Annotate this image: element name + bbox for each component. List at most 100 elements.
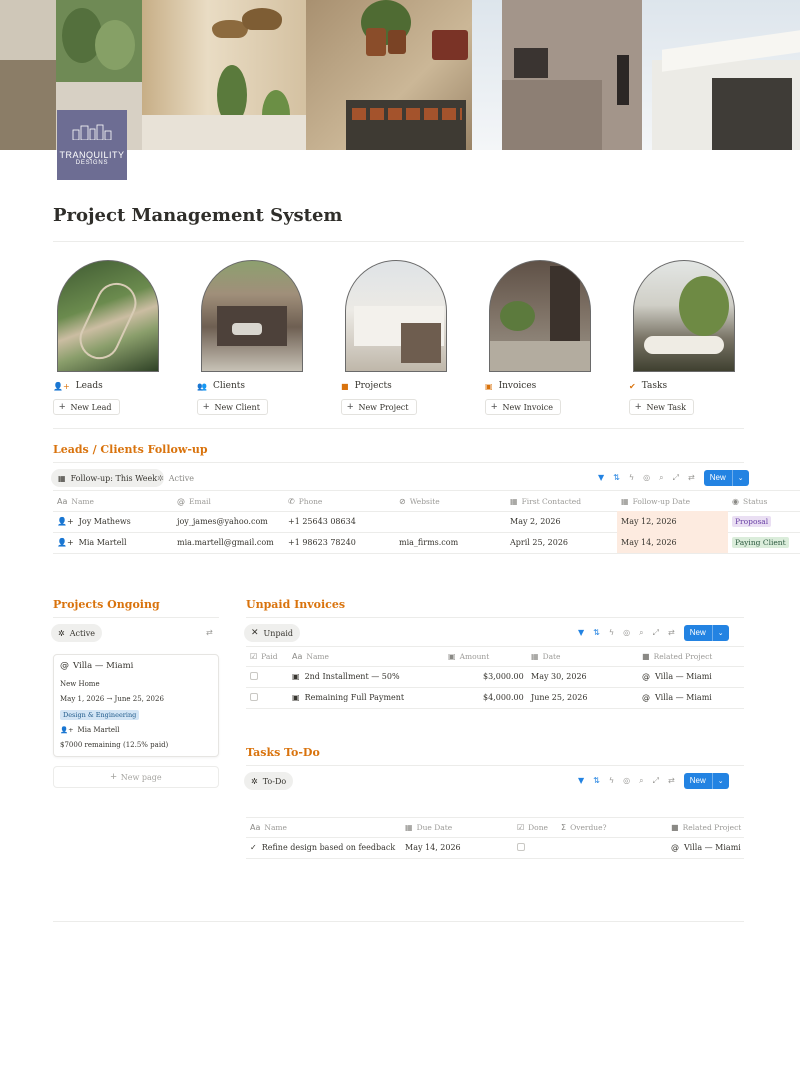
table-row[interactable]: ▣ Remaining Full Payment — [292, 693, 404, 702]
amount-cell[interactable]: $3,000.00 — [483, 672, 524, 681]
sort-icon[interactable]: ⇅ — [613, 470, 620, 486]
table-row[interactable]: ▣ 2nd Installment — 50% — [292, 672, 400, 681]
new-task-button[interactable]: + New Task — [629, 399, 694, 415]
project-link[interactable]: Villa — Miami — [655, 693, 712, 702]
column-header-website[interactable]: ⊘ Website — [399, 497, 440, 506]
new-project-button[interactable]: + New Project — [341, 399, 417, 415]
table-header-divider — [246, 646, 744, 647]
money-icon: ▣ — [292, 672, 300, 681]
phone-cell[interactable]: +1 25643 08634 — [288, 517, 356, 526]
new-button[interactable]: New ⌄ — [683, 625, 729, 641]
due-date-cell[interactable]: May 14, 2026 — [405, 843, 461, 852]
gallery-title-projects[interactable]: ■ Projects — [341, 381, 392, 391]
followup-date-cell[interactable]: May 12, 2026 — [621, 517, 677, 526]
expand-icon[interactable]: ⤢ — [653, 773, 659, 789]
related-project-cell[interactable]: @ Villa — Miami — [671, 843, 741, 852]
column-header-status[interactable]: ◉ Status — [732, 497, 767, 506]
table-row[interactable]: 👤+ Mia Martell — [57, 538, 127, 547]
filter-icon[interactable]: ▼ — [578, 773, 584, 789]
phone-cell[interactable]: +1 98623 78240 — [288, 538, 356, 547]
related-project-cell[interactable]: @ Villa — Miami — [642, 672, 712, 681]
view-tab-active[interactable]: ✲ Active — [157, 469, 194, 487]
email-cell[interactable]: joy_james@yahoo.com — [177, 517, 268, 526]
related-project-cell[interactable]: @ Villa — Miami — [642, 693, 712, 702]
column-header-email[interactable]: @ Email — [177, 497, 211, 506]
chevron-down-icon[interactable]: ⌄ — [713, 777, 729, 785]
expand-icon[interactable]: ⤢ — [673, 470, 679, 486]
chevron-down-icon[interactable]: ⌄ — [733, 474, 749, 482]
status-cell[interactable]: Paying Client — [732, 537, 789, 548]
status-cell[interactable]: Proposal — [732, 516, 772, 527]
gallery-title-tasks[interactable]: ✔ Tasks — [629, 381, 667, 391]
sort-icon[interactable]: ⇅ — [593, 773, 600, 789]
column-header-done[interactable]: ☑ Done — [517, 823, 548, 832]
column-header-followup-date[interactable]: ▦ Follow-up Date — [621, 497, 690, 506]
new-lead-button[interactable]: + New Lead — [53, 399, 120, 415]
column-header-related-project[interactable]: ■ Related Project — [642, 652, 712, 661]
expand-icon[interactable]: ⤢ — [653, 625, 659, 641]
sort-icon[interactable]: ⇅ — [593, 625, 600, 641]
column-header-name[interactable]: Aa Name — [57, 497, 94, 506]
column-header-related-project[interactable]: ■ Related Project — [671, 823, 741, 832]
column-header-date[interactable]: ▦ Date — [531, 652, 561, 661]
column-header-due-date[interactable]: ▦ Due Date — [405, 823, 452, 832]
add-person-icon: 👤+ — [53, 381, 70, 391]
search-icon[interactable]: ⌕ — [639, 625, 643, 641]
lightning-icon[interactable]: ϟ — [629, 470, 634, 486]
chevron-down-icon[interactable]: ⌄ — [713, 629, 729, 637]
checkbox[interactable] — [250, 672, 258, 680]
search-icon[interactable]: ⌕ — [639, 773, 643, 789]
lightning-icon[interactable]: ϟ — [609, 625, 614, 641]
column-header-name[interactable]: Aa Name — [292, 652, 329, 661]
column-header-overdue[interactable]: Σ Overdue? — [561, 823, 607, 832]
settings-icon[interactable]: ⇄ — [668, 625, 675, 641]
followup-date-cell[interactable]: May 14, 2026 — [621, 538, 677, 547]
gallery-title-invoices[interactable]: ▣ Invoices — [485, 381, 536, 391]
ai-search-icon[interactable]: ◎ — [623, 625, 630, 641]
settings-icon[interactable]: ⇄ — [688, 470, 695, 486]
view-tab-todo[interactable]: ✲ To-Do — [244, 772, 294, 790]
first-contacted-cell[interactable]: May 2, 2026 — [510, 517, 561, 526]
column-header-first-contacted[interactable]: ▦ First Contacted — [510, 497, 581, 506]
filter-icon[interactable]: ▼ — [578, 625, 584, 641]
email-cell[interactable]: mia.martell@gmail.com — [177, 538, 274, 547]
project-link[interactable]: Villa — Miami — [655, 672, 712, 681]
view-tab-followup-this-week[interactable]: ▦ Follow-up: This Week — [51, 469, 165, 487]
new-invoice-button[interactable]: + New Invoice — [485, 399, 561, 415]
new-button[interactable]: New ⌄ — [683, 773, 729, 789]
gallery-title-leads[interactable]: 👤+ Leads — [53, 381, 103, 391]
date-cell[interactable]: June 25, 2026 — [531, 693, 587, 702]
column-header-name[interactable]: Aa Name — [250, 823, 287, 832]
ai-search-icon[interactable]: ◎ — [643, 470, 650, 486]
new-client-button[interactable]: + New Client — [197, 399, 268, 415]
paid-checkbox[interactable] — [250, 672, 258, 680]
first-contacted-cell[interactable]: April 25, 2026 — [510, 538, 568, 547]
add-person-icon: 👤+ — [60, 726, 74, 734]
paid-checkbox[interactable] — [250, 693, 258, 701]
column-header-paid[interactable]: ☑ Paid — [250, 652, 278, 661]
amount-cell[interactable]: $4,000.00 — [483, 693, 524, 702]
ai-search-icon[interactable]: ◎ — [623, 773, 630, 789]
checkbox[interactable] — [517, 843, 525, 851]
project-link[interactable]: Villa — Miami — [684, 843, 741, 852]
column-header-phone[interactable]: ✆ Phone — [288, 497, 322, 506]
filter-icon[interactable]: ▼ — [598, 470, 604, 486]
new-page-button[interactable]: + New page — [53, 766, 219, 788]
settings-icon[interactable]: ⇄ — [206, 625, 213, 641]
task-name: Refine design based on feedback — [261, 843, 396, 852]
view-tab-active[interactable]: ✲ Active — [51, 624, 102, 642]
lightning-icon[interactable]: ϟ — [609, 773, 614, 789]
search-icon[interactable]: ⌕ — [659, 470, 663, 486]
date-cell[interactable]: May 30, 2026 — [531, 672, 587, 681]
gallery-title-clients[interactable]: 👥 Clients — [197, 381, 245, 391]
checkbox[interactable] — [250, 693, 258, 701]
settings-icon[interactable]: ⇄ — [668, 773, 675, 789]
column-header-amount[interactable]: ▣ Amount — [448, 652, 489, 661]
website-cell[interactable]: mia_firms.com — [399, 538, 458, 547]
view-tab-unpaid[interactable]: ✕ Unpaid — [244, 624, 301, 642]
new-button[interactable]: New ⌄ — [703, 470, 749, 486]
project-card[interactable]: @ Villa — Miami New Home May 1, 2026 → J… — [53, 654, 219, 757]
table-row[interactable]: 👤+ Joy Mathews — [57, 517, 131, 526]
table-row[interactable]: ✓ Refine design based on feedback — [250, 843, 395, 852]
done-checkbox[interactable] — [517, 843, 525, 851]
